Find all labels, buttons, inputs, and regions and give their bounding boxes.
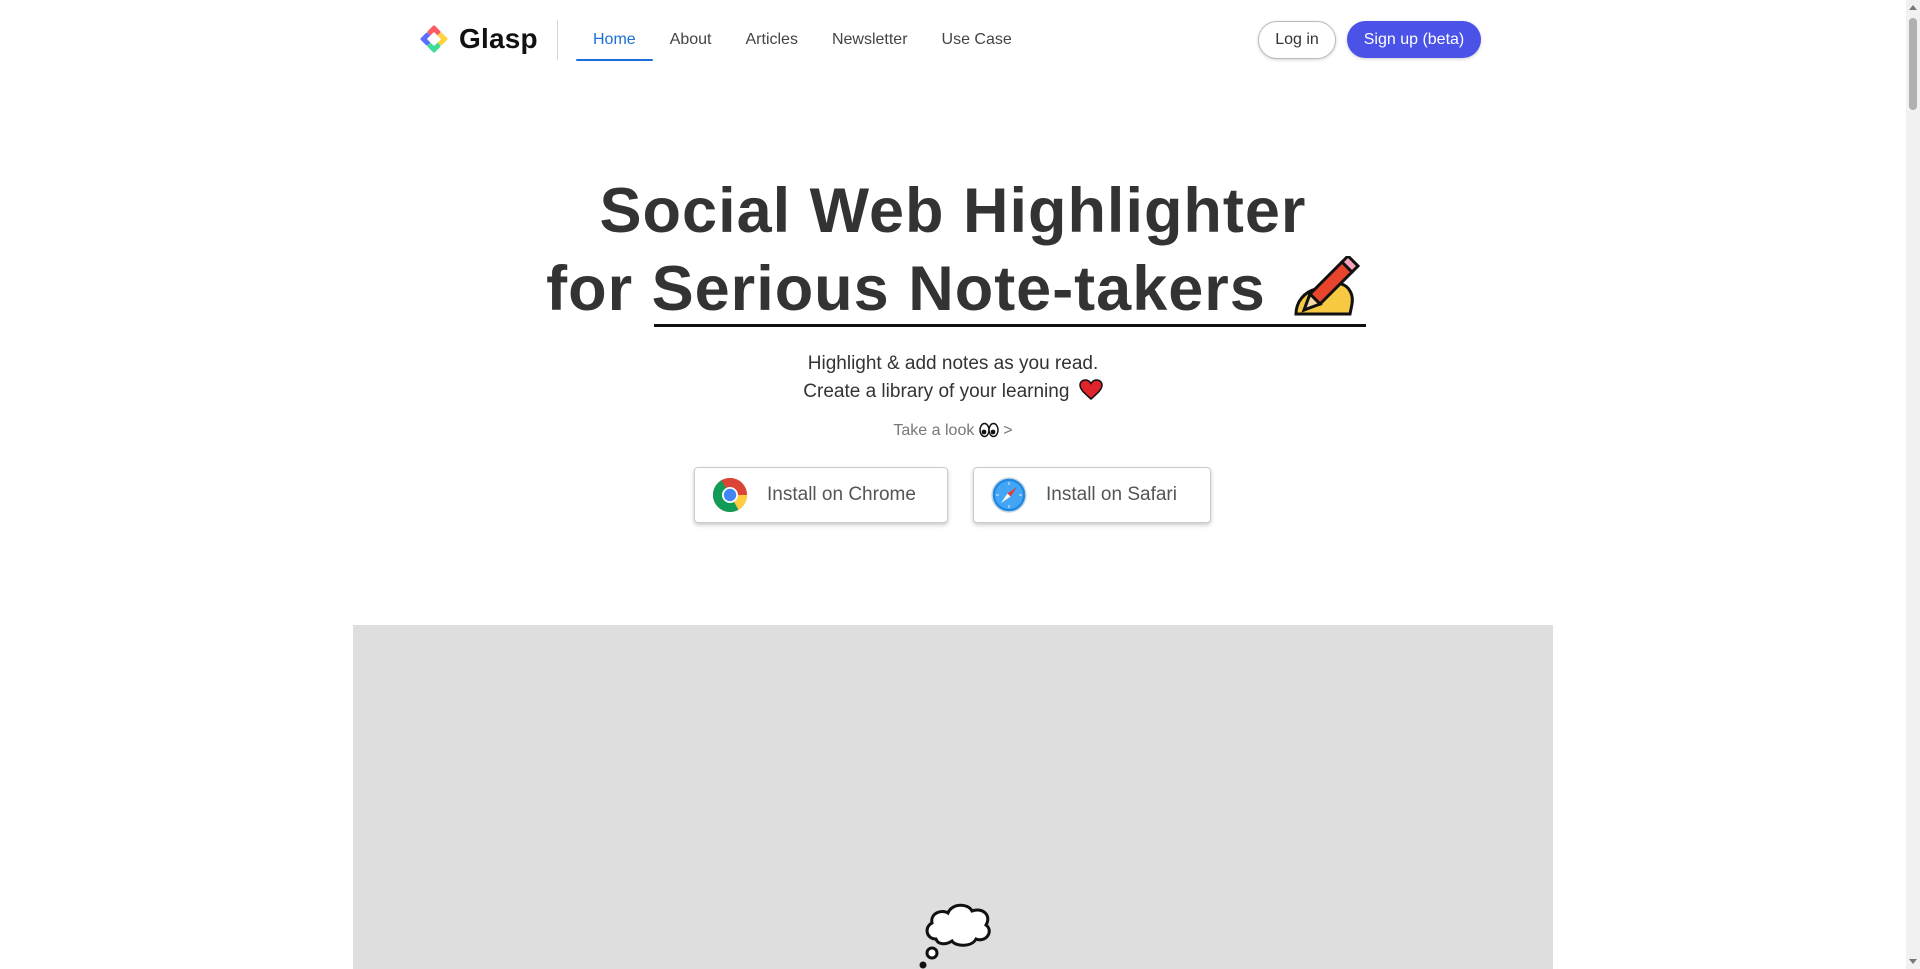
scroll-thumb[interactable] [1909,18,1917,110]
install-chrome-label: Install on Chrome [767,484,916,505]
nav-about[interactable]: About [653,20,729,60]
hero-title-highlight-wrap: Serious Note-takers [651,250,1367,328]
main-nav: Home About Articles Newsletter Use Case [576,20,1029,61]
nav-newsletter[interactable]: Newsletter [815,20,925,60]
hero-title-line1: Social Web Highlighter [599,176,1307,246]
hero-title-highlight: Serious Note-takers [651,254,1266,324]
brand-name: Glasp [459,23,538,54]
subtitle-line1: Highlight & add notes as you read. [807,353,1099,374]
login-button[interactable]: Log in [1258,21,1336,59]
hero-subtitle: Highlight & add notes as you read. Creat… [0,350,1906,406]
take-look-arrow: > [1003,422,1013,439]
thought-bubble-icon [919,903,991,969]
demo-media-area [353,625,1553,969]
heart-icon [1078,379,1103,400]
chrome-icon [713,478,747,512]
eyes-icon [979,422,999,438]
safari-icon [991,477,1027,513]
nav-home[interactable]: Home [576,20,653,61]
page-scrollbar[interactable] [1906,0,1920,969]
take-look-label: Take a look [893,422,975,439]
hero-title: Social Web Highlighter for Serious Note-… [0,172,1906,328]
install-chrome-button[interactable]: Install on Chrome [694,467,948,523]
glasp-logo-icon [420,25,448,53]
writing-hand-icon [1294,256,1360,316]
hero-title-prefix: for [546,254,652,324]
install-safari-button[interactable]: Install on Safari [973,467,1211,523]
install-safari-label: Install on Safari [1046,484,1177,505]
nav-use-case[interactable]: Use Case [925,20,1029,60]
take-a-look-link[interactable]: Take a look > [0,422,1906,440]
scroll-up-arrow-icon[interactable] [1909,5,1917,10]
nav-articles[interactable]: Articles [729,20,815,60]
subtitle-line2: Create a library of your learning [803,381,1070,402]
brand-logo[interactable]: Glasp [417,22,538,56]
site-header: Glasp Home About Articles Newsletter Use… [0,0,1906,80]
signup-button[interactable]: Sign up (beta) [1347,21,1481,58]
scroll-down-arrow-icon[interactable] [1909,959,1917,964]
header-divider [557,20,558,60]
